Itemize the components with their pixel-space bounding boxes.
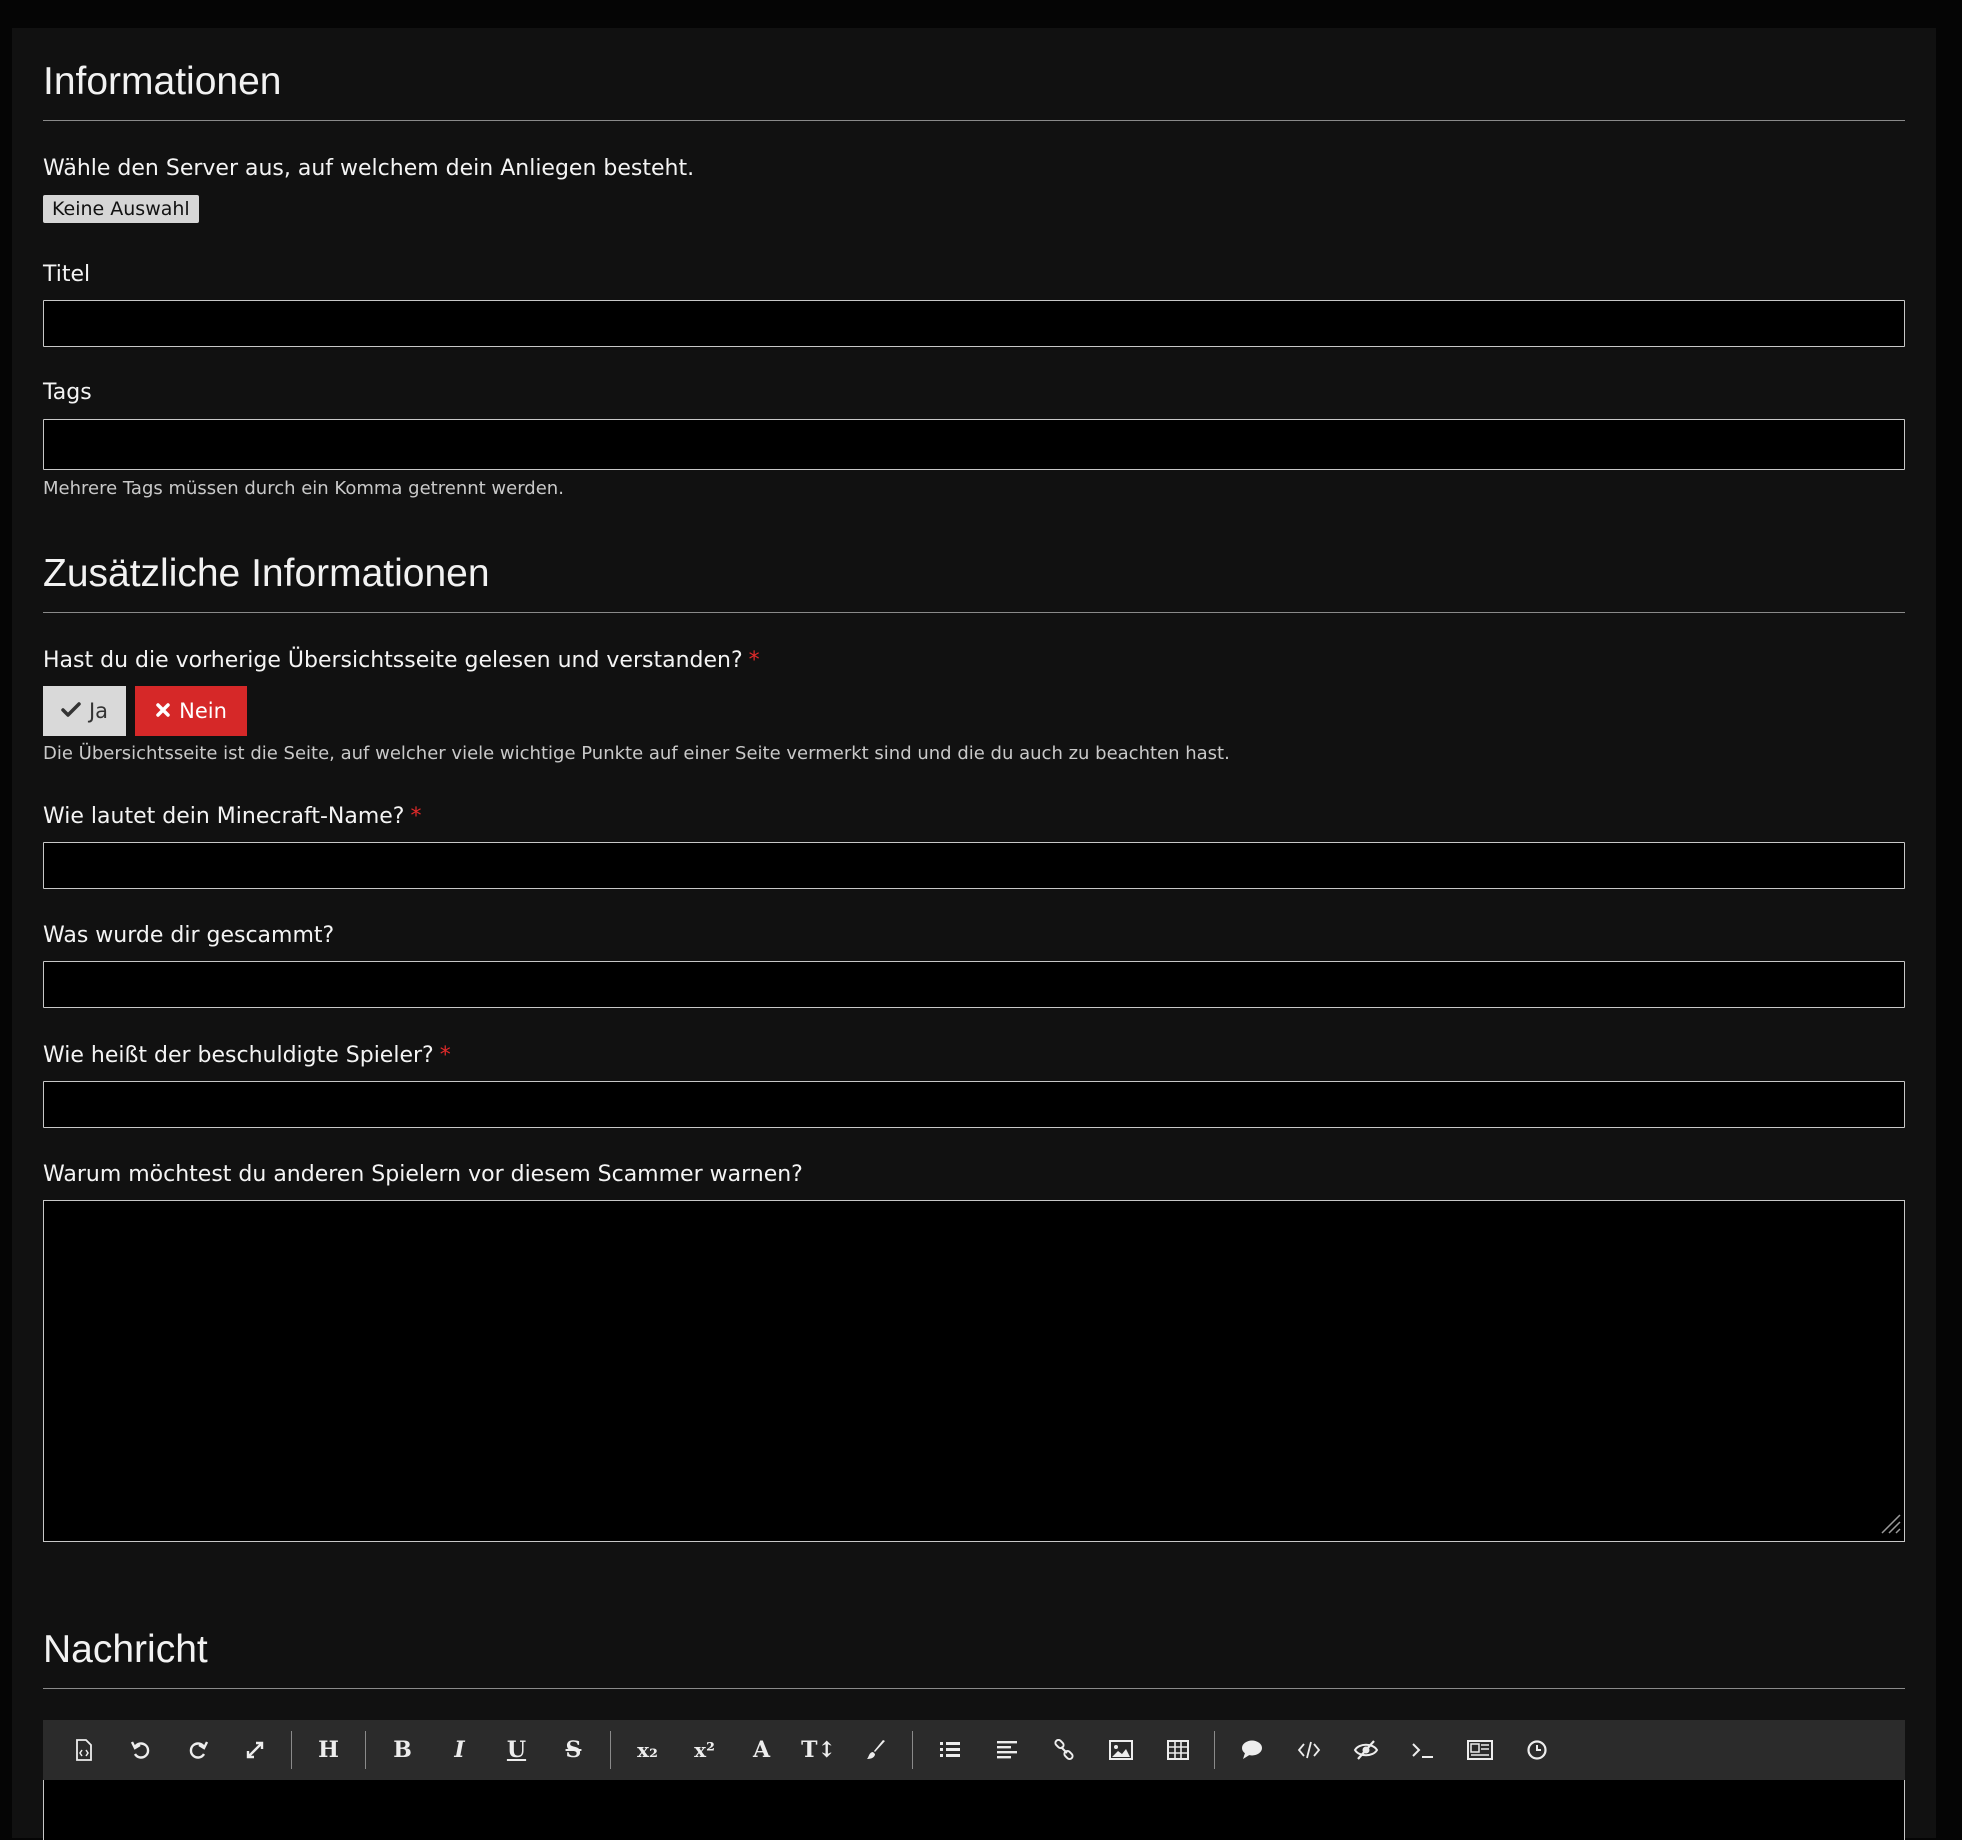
image-icon[interactable] [1092,1720,1149,1780]
align-icon[interactable] [978,1720,1035,1780]
link-icon[interactable] [1035,1720,1092,1780]
server-label: Wähle den Server aus, auf welchem dein A… [43,156,695,181]
underline-icon[interactable]: U [488,1720,545,1780]
tags-input[interactable] [43,419,1905,470]
paint-brush-icon[interactable] [847,1720,904,1780]
toolbar-separator [291,1731,292,1769]
redo-icon[interactable] [169,1720,226,1780]
tags-hint: Mehrere Tags müssen durch ein Komma getr… [43,478,564,499]
server-select-button[interactable]: Keine Auswahl [43,195,199,223]
section-divider [43,1688,1905,1689]
undo-icon[interactable] [112,1720,169,1780]
question-mcname-text: Wie lautet dein Minecraft-Name? [43,804,405,829]
yes-button[interactable]: Ja [43,686,126,736]
section-title-zusaetzliche-informationen: Zusätzliche Informationen [43,552,490,595]
font-family-icon[interactable]: A [733,1720,790,1780]
subscript-icon[interactable]: x₂ [619,1720,676,1780]
bold-icon[interactable]: B [374,1720,431,1780]
title-label: Titel [43,262,91,287]
required-marker: * [748,648,760,673]
list-icon[interactable] [921,1720,978,1780]
question-accused-text: Wie heißt der beschuldigte Spieler? [43,1043,434,1068]
quote-icon[interactable] [1223,1720,1280,1780]
code-icon[interactable] [1280,1720,1337,1780]
accused-player-input[interactable] [43,1081,1905,1128]
italic-icon[interactable]: I [431,1720,488,1780]
yes-no-toggle: Ja Nein [43,686,247,736]
toolbar-separator [912,1731,913,1769]
message-editor-area[interactable] [43,1780,1905,1840]
toolbar-separator [1214,1731,1215,1769]
section-divider [43,120,1905,121]
required-marker: * [439,1043,451,1068]
superscript-icon[interactable]: x² [676,1720,733,1780]
check-icon [61,699,81,723]
scammed-item-input[interactable] [43,961,1905,1008]
fullscreen-icon[interactable] [226,1720,283,1780]
toolbar-separator [365,1731,366,1769]
question-why-label: Warum möchtest du anderen Spielern vor d… [43,1162,803,1187]
editor-toolbar: H B I U S x₂ x² A T↕ [43,1720,1905,1780]
question-read-hint: Die Übersichtsseite ist die Seite, auf w… [43,743,1230,764]
strikethrough-icon[interactable]: S [545,1720,602,1780]
no-button[interactable]: Nein [135,686,247,736]
yes-label: Ja [88,699,109,723]
heading-icon[interactable]: H [300,1720,357,1780]
question-read-label: Hast du die vorherige Übersichtsseite ge… [43,648,760,673]
close-icon [155,699,171,723]
section-divider [43,612,1905,613]
question-mcname-label: Wie lautet dein Minecraft-Name? * [43,804,421,829]
minecraft-name-input[interactable] [43,842,1905,889]
warning-reason-textarea[interactable] [43,1200,1905,1542]
table-icon[interactable] [1149,1720,1206,1780]
form-content: Informationen Wähle den Server aus, auf … [43,28,1905,1840]
spoiler-icon[interactable] [1337,1720,1394,1780]
tags-label: Tags [43,380,92,405]
required-marker: * [410,804,422,829]
no-label: Nein [179,699,227,723]
toolbar-separator [610,1731,611,1769]
question-accused-label: Wie heißt der beschuldigte Spieler? * [43,1043,451,1068]
question-scammed-label: Was wurde dir gescammt? [43,923,335,948]
media-icon[interactable] [1451,1720,1508,1780]
font-size-icon[interactable]: T↕ [790,1720,847,1780]
source-icon[interactable] [55,1720,112,1780]
terminal-icon[interactable] [1394,1720,1451,1780]
title-input[interactable] [43,300,1905,347]
section-title-nachricht: Nachricht [43,1628,208,1671]
clock-icon[interactable] [1508,1720,1565,1780]
section-title-informationen: Informationen [43,60,282,103]
form-panel: Informationen Wähle den Server aus, auf … [12,28,1936,1840]
question-read-text: Hast du die vorherige Übersichtsseite ge… [43,648,743,673]
resize-handle-icon[interactable] [1876,1509,1902,1539]
